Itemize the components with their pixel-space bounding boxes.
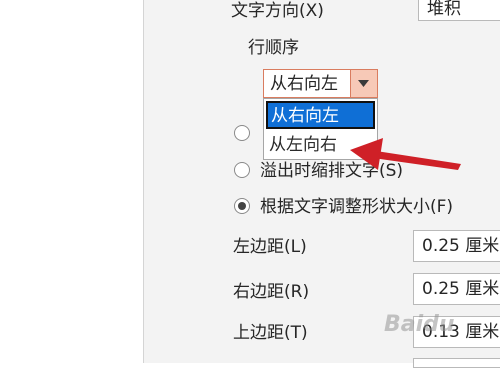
baidu-watermark: Baidu [384,312,455,337]
annotation-arrow-icon [350,138,461,170]
